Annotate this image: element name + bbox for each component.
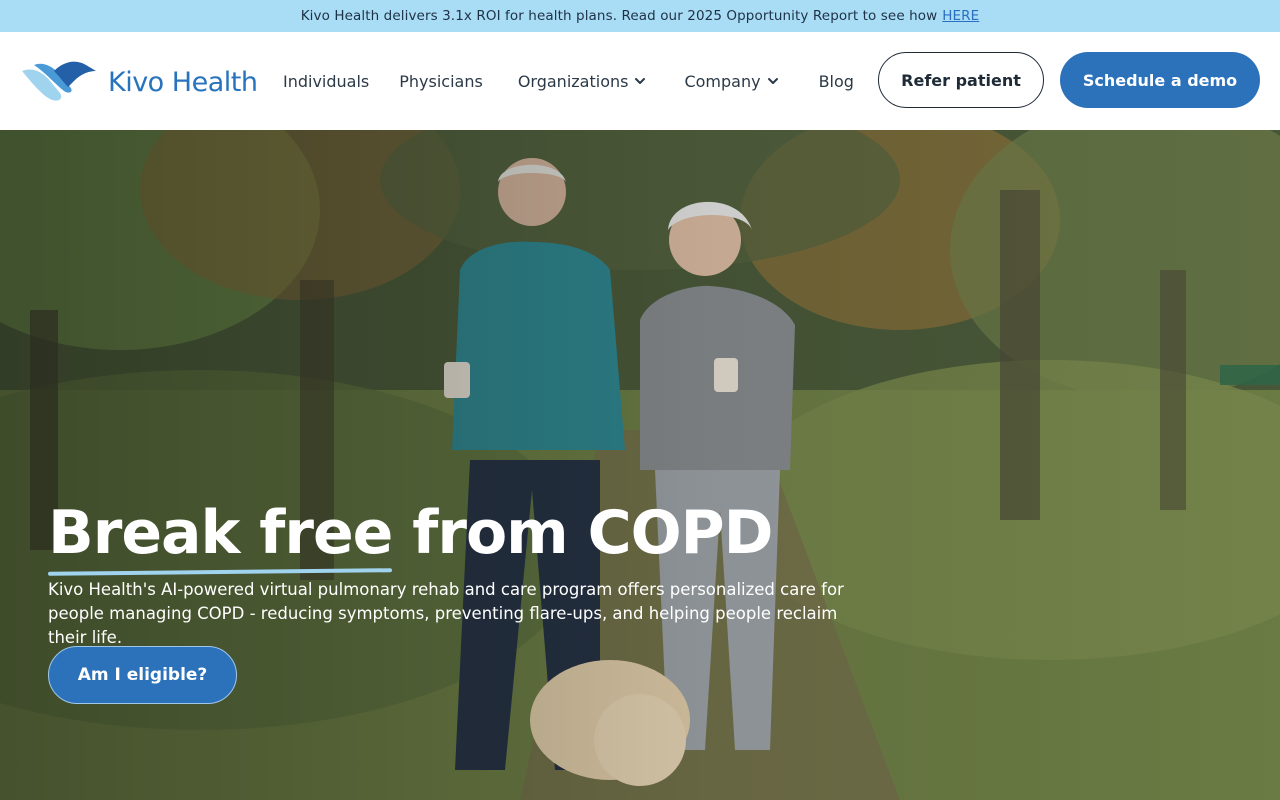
logo[interactable]: Kivo Health (20, 54, 258, 110)
announcement-bar: Kivo Health delivers 3.1x ROI for health… (0, 0, 1280, 32)
announcement-text: Kivo Health delivers 3.1x ROI for health… (300, 8, 938, 24)
kivo-logo-icon (22, 61, 96, 101)
nav-label: Blog (818, 71, 854, 91)
headline-highlight: Break free (48, 498, 393, 568)
refer-patient-button[interactable]: Refer patient (878, 52, 1044, 108)
announcement-link[interactable]: HERE (942, 8, 979, 24)
brand-name: Kivo Health (108, 66, 258, 98)
nav-label: Company (684, 71, 761, 91)
chevron-down-icon (635, 78, 646, 84)
hero-subtext: Kivo Health's AI-powered virtual pulmona… (48, 580, 844, 647)
hero-section: Break free from COPD Kivo Health's AI-po… (0, 130, 1280, 800)
nav-individuals[interactable]: Individuals (283, 72, 369, 91)
hero-headline: Break free from COPD (48, 498, 773, 568)
nav-label: Individuals (283, 71, 370, 91)
eligibility-button[interactable]: Am I eligible? (48, 646, 237, 704)
nav-company[interactable]: Company (684, 72, 778, 91)
main-nav: Individuals Physicians Organizations Com… (283, 32, 884, 130)
nav-blog[interactable]: Blog (819, 72, 854, 91)
chevron-down-icon (767, 78, 778, 84)
nav-label: Organizations (517, 71, 629, 91)
headline-rest: from COPD (412, 498, 773, 568)
site-header: Kivo Health Individuals Physicians Organ… (0, 32, 1280, 130)
nav-physicians[interactable]: Physicians (399, 72, 483, 91)
schedule-demo-button[interactable]: Schedule a demo (1060, 52, 1260, 108)
nav-label: Physicians (399, 71, 483, 91)
nav-organizations[interactable]: Organizations (518, 72, 647, 91)
